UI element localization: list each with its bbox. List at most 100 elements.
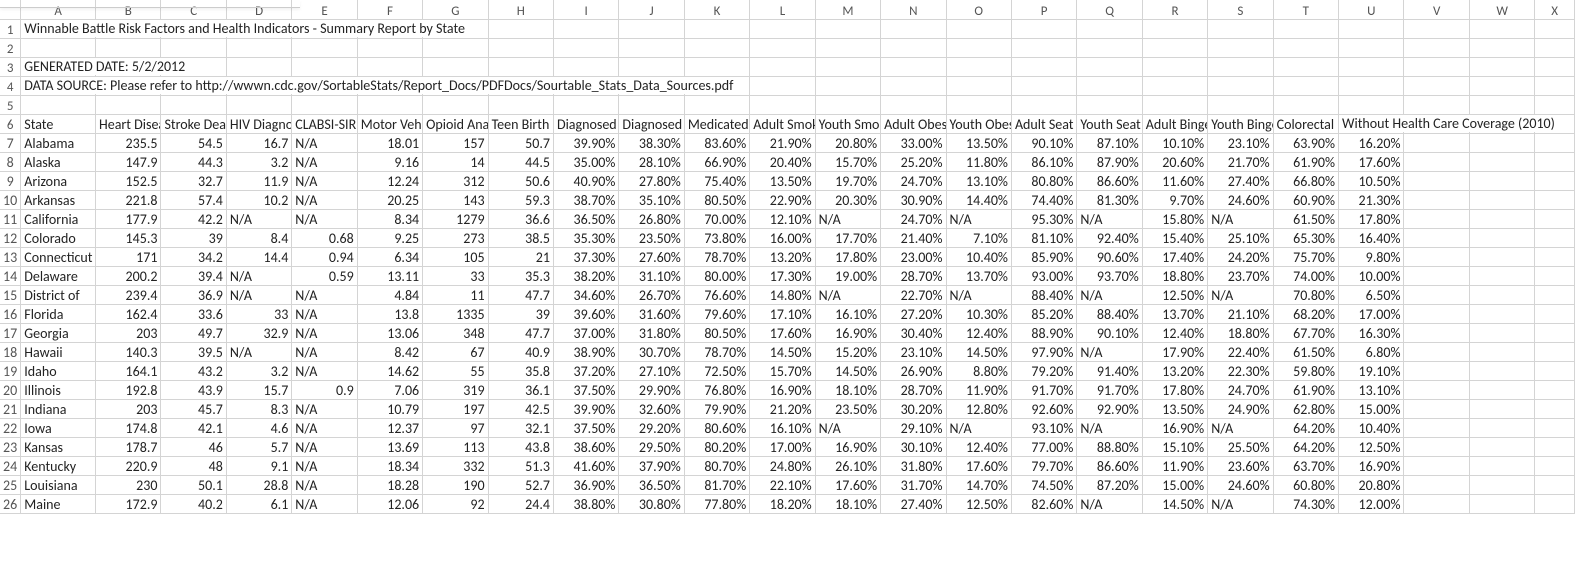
cell-O17[interactable]: 12.40%	[946, 323, 1011, 342]
cell-S14[interactable]: 23.70%	[1208, 266, 1273, 285]
cell-A8[interactable]: Alaska	[21, 152, 96, 171]
cell-H13[interactable]: 21	[488, 247, 553, 266]
cell-F15[interactable]: 4.84	[357, 285, 422, 304]
column-header-T[interactable]: T	[1273, 0, 1338, 19]
row-header-14[interactable]: 14	[0, 266, 21, 285]
cell-P12[interactable]: 81.10%	[1011, 228, 1076, 247]
cell-X24[interactable]	[1535, 456, 1575, 475]
cell-D13[interactable]: 14.4	[226, 247, 291, 266]
cell-W15[interactable]	[1469, 285, 1534, 304]
cell-P16[interactable]: 85.20%	[1011, 304, 1076, 323]
row-header-9[interactable]: 9	[0, 171, 21, 190]
header-cell-B[interactable]: Heart Disease	[96, 114, 161, 133]
cell-V19[interactable]	[1404, 361, 1469, 380]
cell-M23[interactable]: 16.90%	[815, 437, 880, 456]
cell-L10[interactable]: 22.90%	[750, 190, 815, 209]
cell-M17[interactable]: 16.90%	[815, 323, 880, 342]
row-header-24[interactable]: 24	[0, 456, 21, 475]
row-header-22[interactable]: 22	[0, 418, 21, 437]
cell-Q11[interactable]: N/A	[1077, 209, 1142, 228]
row-header-3[interactable]: 3	[0, 57, 21, 76]
cell-X21[interactable]	[1535, 399, 1575, 418]
cell-R22[interactable]: 16.90%	[1142, 418, 1207, 437]
cell-N23[interactable]: 30.10%	[881, 437, 946, 456]
cell-M2[interactable]	[815, 38, 880, 57]
cell-E21[interactable]: N/A	[292, 399, 357, 418]
cell-C17[interactable]: 49.7	[161, 323, 226, 342]
cell-Q21[interactable]: 92.90%	[1077, 399, 1142, 418]
cell-G26[interactable]: 92	[423, 494, 488, 513]
cell-E14[interactable]: 0.59	[292, 266, 357, 285]
cell-K10[interactable]: 80.50%	[684, 190, 749, 209]
cell-T1[interactable]	[1273, 19, 1338, 38]
column-header-H[interactable]: H	[488, 0, 553, 19]
row-header-11[interactable]: 11	[0, 209, 21, 228]
cell-T19[interactable]: 59.80%	[1273, 361, 1338, 380]
row-header-20[interactable]: 20	[0, 380, 21, 399]
cell-R8[interactable]: 20.60%	[1142, 152, 1207, 171]
cell-W2[interactable]	[1469, 38, 1534, 57]
cell-F8[interactable]: 9.16	[357, 152, 422, 171]
cell-W1[interactable]	[1469, 19, 1534, 38]
cell-A23[interactable]: Kansas	[21, 437, 96, 456]
cell-M10[interactable]: 20.30%	[815, 190, 880, 209]
cell-L4[interactable]	[750, 76, 815, 95]
cell-K12[interactable]: 73.80%	[684, 228, 749, 247]
cell-N15[interactable]: 22.70%	[881, 285, 946, 304]
cell-B17[interactable]: 203	[96, 323, 161, 342]
cell-V5[interactable]	[1404, 95, 1469, 114]
cell-O5[interactable]	[946, 95, 1011, 114]
cell-U3[interactable]	[1339, 57, 1404, 76]
cell-G16[interactable]: 1335	[423, 304, 488, 323]
cell-M13[interactable]: 17.80%	[815, 247, 880, 266]
cell-T3[interactable]	[1273, 57, 1338, 76]
header-cell-F[interactable]: Motor Vehicle	[357, 114, 422, 133]
header-cell-A[interactable]: State	[21, 114, 96, 133]
cell-I22[interactable]: 37.50%	[553, 418, 618, 437]
cell-P17[interactable]: 88.90%	[1011, 323, 1076, 342]
cell-N12[interactable]: 21.40%	[881, 228, 946, 247]
row-2[interactable]: 2	[0, 38, 1575, 57]
header-cell-J[interactable]: Diagnosed	[619, 114, 684, 133]
cell-Q14[interactable]: 93.70%	[1077, 266, 1142, 285]
cell-I2[interactable]	[553, 38, 618, 57]
cell-E18[interactable]: N/A	[292, 342, 357, 361]
cell-H12[interactable]: 38.5	[488, 228, 553, 247]
cell-G5[interactable]	[423, 95, 488, 114]
cell-S10[interactable]: 24.60%	[1208, 190, 1273, 209]
cell-W23[interactable]	[1469, 437, 1534, 456]
cell-O26[interactable]: 12.50%	[946, 494, 1011, 513]
cell-S3[interactable]	[1208, 57, 1273, 76]
cell-F14[interactable]: 13.11	[357, 266, 422, 285]
cell-D11[interactable]: N/A	[226, 209, 291, 228]
cell-M21[interactable]: 23.50%	[815, 399, 880, 418]
cell-T7[interactable]: 63.90%	[1273, 133, 1338, 152]
cell-A4[interactable]: DATA SOURCE: Please refer to http://wwwn…	[21, 76, 96, 95]
cell-W26[interactable]	[1469, 494, 1534, 513]
cell-W12[interactable]	[1469, 228, 1534, 247]
cell-D26[interactable]: 6.1	[226, 494, 291, 513]
cell-W4[interactable]	[1469, 76, 1534, 95]
cell-G14[interactable]: 33	[423, 266, 488, 285]
cell-G21[interactable]: 197	[423, 399, 488, 418]
cell-O2[interactable]	[946, 38, 1011, 57]
cell-C23[interactable]: 46	[161, 437, 226, 456]
cell-W20[interactable]	[1469, 380, 1534, 399]
row-header-10[interactable]: 10	[0, 190, 21, 209]
cell-U8[interactable]: 17.60%	[1339, 152, 1404, 171]
cell-W18[interactable]	[1469, 342, 1534, 361]
cell-G8[interactable]: 14	[423, 152, 488, 171]
cell-F5[interactable]	[357, 95, 422, 114]
cell-F23[interactable]: 13.69	[357, 437, 422, 456]
cell-X15[interactable]	[1535, 285, 1575, 304]
cell-B13[interactable]: 171	[96, 247, 161, 266]
cell-L13[interactable]: 13.20%	[750, 247, 815, 266]
cell-N16[interactable]: 27.20%	[881, 304, 946, 323]
cell-H5[interactable]	[488, 95, 553, 114]
cell-E9[interactable]: N/A	[292, 171, 357, 190]
cell-H22[interactable]: 32.1	[488, 418, 553, 437]
row-header-7[interactable]: 7	[0, 133, 21, 152]
row-header-21[interactable]: 21	[0, 399, 21, 418]
cell-O11[interactable]: N/A	[946, 209, 1011, 228]
cell-X26[interactable]	[1535, 494, 1575, 513]
